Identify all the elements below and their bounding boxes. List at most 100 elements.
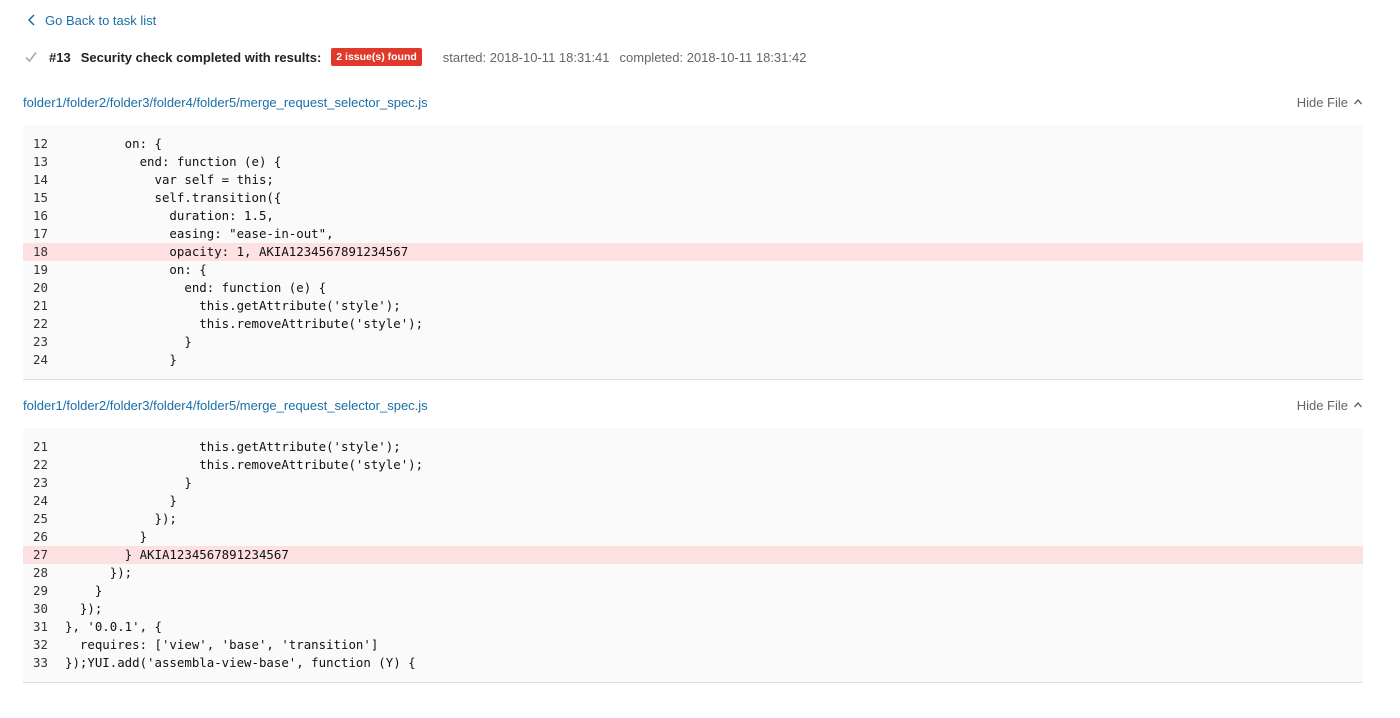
checkmark-icon <box>25 52 37 63</box>
file-header: folder1/folder2/folder3/folder4/folder5/… <box>23 394 1363 416</box>
line-code: } <box>65 493 177 508</box>
line-number: 22 <box>33 316 48 331</box>
line-code: end: function (e) { <box>65 154 282 169</box>
line-number: 18 <box>33 244 48 259</box>
line-code: requires: ['view', 'base', 'transition'] <box>65 637 379 652</box>
line-code: });YUI.add('assembla-view-base', functio… <box>65 655 416 670</box>
code-line-flagged: 27 } AKIA1234567891234567 <box>23 546 1363 564</box>
code-line: 23 } <box>23 333 1363 351</box>
line-code: var self = this; <box>65 172 274 187</box>
code-line: 30 }); <box>23 600 1363 618</box>
code-line: 12 on: { <box>23 135 1363 153</box>
hide-file-label: Hide File <box>1296 94 1348 110</box>
code-line: 31 }, '0.0.1', { <box>23 618 1363 636</box>
line-code: this.getAttribute('style'); <box>65 298 401 313</box>
hide-file-toggle[interactable]: Hide File <box>1297 95 1363 110</box>
line-number: 31 <box>33 619 48 634</box>
code-line: 21 this.getAttribute('style'); <box>23 438 1363 456</box>
line-code: }, '0.0.1', { <box>65 619 162 634</box>
line-code: on: { <box>65 136 162 151</box>
line-code: opacity: 1, AKIA1234567891234567 <box>65 244 409 259</box>
line-number: 12 <box>33 136 48 151</box>
line-code: } <box>65 334 192 349</box>
line-code: } AKIA1234567891234567 <box>65 547 289 562</box>
code-line: 24 } <box>23 351 1363 369</box>
back-to-task-list-link[interactable]: Go Back to task list <box>24 11 156 29</box>
task-header: #13 Security check completed with result… <box>24 47 816 67</box>
file-result-1: folder1/folder2/folder3/folder4/folder5/… <box>23 91 1363 380</box>
chevron-up-icon <box>1353 401 1363 408</box>
code-line: 24 } <box>23 492 1363 510</box>
line-number: 24 <box>33 352 48 367</box>
line-number: 23 <box>33 475 48 490</box>
line-code: }); <box>65 511 177 526</box>
code-line: 19 on: { <box>23 261 1363 279</box>
line-code: duration: 1.5, <box>65 208 274 223</box>
line-code: } <box>65 529 148 544</box>
line-number: 13 <box>33 154 48 169</box>
line-number: 32 <box>33 637 48 652</box>
code-snippet: 21 this.getAttribute('style'); 22 this.re… <box>23 428 1363 683</box>
started-timestamp: started: 2018-10-11 18:31:41 <box>442 49 610 65</box>
line-number: 26 <box>33 529 48 544</box>
line-number: 14 <box>33 172 48 187</box>
line-number: 17 <box>33 226 48 241</box>
file-path-link[interactable]: folder1/folder2/folder3/folder4/folder5/… <box>23 95 428 110</box>
line-code: on: { <box>65 262 207 277</box>
line-code: } <box>65 583 103 598</box>
line-number: 24 <box>33 493 48 508</box>
task-number: #13 <box>49 49 71 65</box>
code-line: 17 easing: "ease-in-out", <box>23 225 1363 243</box>
line-number: 25 <box>33 511 48 526</box>
line-number: 27 <box>33 547 48 562</box>
file-header: folder1/folder2/folder3/folder4/folder5/… <box>23 91 1363 113</box>
line-number: 16 <box>33 208 48 223</box>
code-line: 22 this.removeAttribute('style'); <box>23 315 1363 333</box>
line-number: 22 <box>33 457 48 472</box>
code-snippet: 12 on: {13 end: function (e) {14 var sel… <box>23 125 1363 380</box>
back-link-label: Go Back to task list <box>45 12 157 28</box>
line-code: self.transition({ <box>65 190 282 205</box>
code-line: 33 });YUI.add('assembla-view-base', funct… <box>23 654 1363 672</box>
code-line: 32 requires: ['view', 'base', 'transitio… <box>23 636 1363 654</box>
code-line: 22 this.removeAttribute('style'); <box>23 456 1363 474</box>
line-number: 23 <box>33 334 48 349</box>
line-number: 30 <box>33 601 48 616</box>
code-line: 14 var self = this; <box>23 171 1363 189</box>
line-code: }); <box>65 565 133 580</box>
code-line: 21 this.getAttribute('style'); <box>23 297 1363 315</box>
code-line: 13 end: function (e) { <box>23 153 1363 171</box>
line-code: }); <box>65 601 103 616</box>
hide-file-toggle[interactable]: Hide File <box>1297 398 1363 413</box>
line-number: 21 <box>33 439 48 454</box>
line-number: 21 <box>33 298 48 313</box>
file-path-link[interactable]: folder1/folder2/folder3/folder4/folder5/… <box>23 398 428 413</box>
hide-file-label: Hide File <box>1296 397 1348 413</box>
line-code: this.getAttribute('style'); <box>65 439 401 454</box>
code-line: 15 self.transition({ <box>23 189 1363 207</box>
code-line: 28 }); <box>23 564 1363 582</box>
code-line: 26 } <box>23 528 1363 546</box>
line-number: 15 <box>33 190 48 205</box>
chevron-left-icon <box>27 14 35 26</box>
code-line: 25 }); <box>23 510 1363 528</box>
line-code: easing: "ease-in-out", <box>65 226 334 241</box>
line-code: } <box>65 475 192 490</box>
code-line: 29 } <box>23 582 1363 600</box>
line-number: 29 <box>33 583 48 598</box>
line-code: } <box>65 352 177 367</box>
line-number: 28 <box>33 565 48 580</box>
line-code: this.removeAttribute('style'); <box>65 457 424 472</box>
code-line: 16 duration: 1.5, <box>23 207 1363 225</box>
code-line: 23 } <box>23 474 1363 492</box>
line-number: 20 <box>33 280 48 295</box>
issues-badge: 2 issue(s) found <box>331 48 422 66</box>
completed-timestamp: completed: 2018-10-11 18:31:42 <box>619 49 807 65</box>
line-number: 19 <box>33 262 48 277</box>
code-line: 20 end: function (e) { <box>23 279 1363 297</box>
line-number: 33 <box>33 655 48 670</box>
code-line-flagged: 18 opacity: 1, AKIA1234567891234567 <box>23 243 1363 261</box>
line-code: this.removeAttribute('style'); <box>65 316 424 331</box>
file-result-2: folder1/folder2/folder3/folder4/folder5/… <box>23 394 1363 683</box>
task-title: Security check completed with results: <box>80 49 322 65</box>
